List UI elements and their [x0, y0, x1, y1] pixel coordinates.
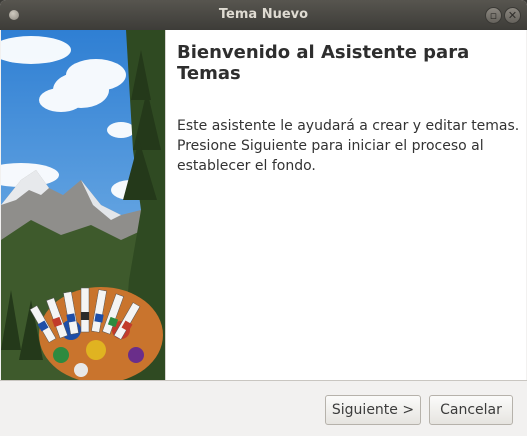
maximize-button[interactable]: ▫ [485, 7, 502, 24]
wizard-content: Bienvenido al Asistente para Temas Este … [1, 30, 526, 380]
close-button[interactable]: ✕ [504, 7, 521, 24]
title-bar[interactable]: Tema Nuevo ▫ ✕ [0, 0, 527, 30]
wizard-window: Tema Nuevo ▫ ✕ Bienvenido al Asistente p… [0, 0, 527, 436]
page-title: Bienvenido al Asistente para Temas [177, 42, 470, 84]
close-icon: ✕ [507, 9, 518, 22]
content-divider [165, 30, 166, 380]
intro-line: Presione Siguiente para iniciar el proce… [177, 138, 484, 154]
intro-text: Este asistente le ayudará a crear y edit… [177, 116, 522, 176]
intro-line: establecer el fondo. [177, 158, 316, 174]
side-illustration [1, 30, 165, 380]
button-bar: Siguiente > Cancelar [0, 380, 527, 436]
intro-line: Este asistente le ayudará a crear y edit… [177, 118, 520, 134]
mountain-paint-image [1, 30, 165, 380]
cancel-button[interactable]: Cancelar [429, 395, 513, 425]
next-button[interactable]: Siguiente > [325, 395, 421, 425]
window-title: Tema Nuevo [218, 7, 309, 22]
maximize-icon: ▫ [489, 9, 498, 22]
